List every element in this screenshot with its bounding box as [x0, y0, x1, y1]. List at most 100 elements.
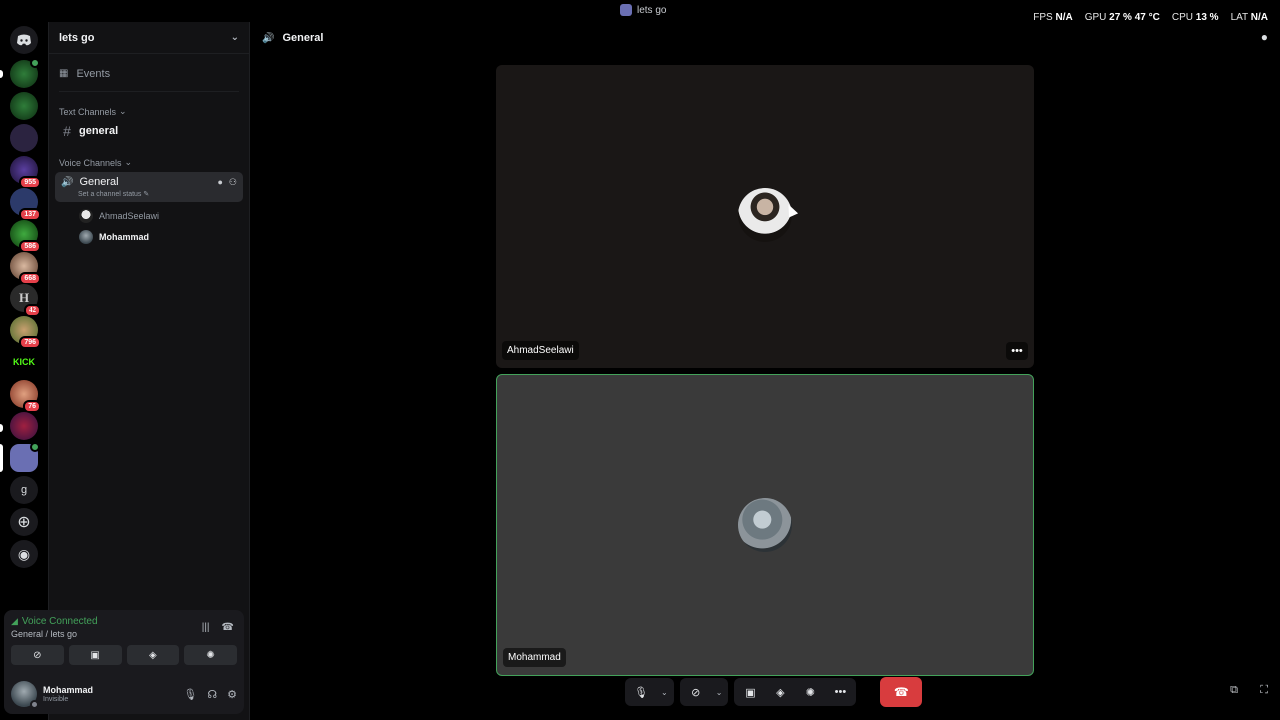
server-10-icon[interactable]: 76	[10, 380, 41, 413]
events-label: Events	[76, 67, 111, 80]
ellipsis-icon: •••	[1011, 345, 1023, 357]
call-controls: 🎙 ⌄ ⊘ ⌄ ▣ ◈ ✺ ••• ☎	[625, 676, 923, 708]
camera-off-button[interactable]: ⊘	[11, 645, 64, 665]
server-3-icon[interactable]	[10, 124, 38, 152]
chat-icon[interactable]: ●	[1261, 30, 1268, 44]
voice-connection-panel: ◢ Voice Connected General / lets go ||| …	[4, 610, 244, 674]
speaker-icon: 🔊	[262, 32, 275, 44]
category-voice-channels[interactable]: Voice Channels ⌄	[49, 157, 249, 168]
camera-off-icon: ⊘	[691, 686, 701, 699]
page-title: General	[282, 32, 324, 44]
avatar	[738, 498, 792, 552]
server-9-icon[interactable]: 796	[10, 316, 41, 349]
microphone-icon[interactable]: 🎙	[183, 688, 197, 701]
chevron-down-icon[interactable]: ⌄	[661, 688, 668, 697]
speaker-icon: 🔊	[61, 176, 74, 188]
screen-share-icon: ▣	[90, 649, 100, 661]
soundboard-button[interactable]: ✺	[800, 682, 820, 702]
screen-share-button[interactable]: ▣	[740, 682, 760, 702]
camera-button[interactable]: ⊘	[686, 682, 706, 702]
call-header: 🔊 General	[250, 22, 1280, 54]
unread-indicator	[0, 424, 3, 432]
fullscreen-icon[interactable]: ⛶	[1260, 684, 1268, 697]
channel-status[interactable]: Set a channel status ✎	[78, 190, 237, 198]
participant-name: AhmadSeelawi	[502, 341, 579, 360]
activities-button[interactable]: ◈	[126, 645, 180, 665]
headphones-icon[interactable]: ☊	[207, 688, 217, 701]
add-member-icon[interactable]: ⚇	[229, 177, 237, 188]
chevron-down-icon: ⌄	[230, 32, 239, 43]
hang-up-icon: ☎	[893, 685, 909, 699]
chat-bubble-icon[interactable]: ●	[217, 177, 222, 188]
microphone-button[interactable]: 🎙	[631, 682, 651, 702]
selected-indicator	[0, 444, 3, 472]
mic-control-group: 🎙 ⌄	[625, 678, 674, 706]
chevron-down-icon[interactable]: ⌄	[716, 688, 723, 697]
pop-out-icon[interactable]: ⧉	[1230, 684, 1238, 697]
add-server-button[interactable]: ⊕	[10, 508, 38, 536]
user-status: Invisible	[43, 696, 69, 703]
server-6-icon[interactable]: 586	[10, 220, 41, 253]
more-button[interactable]: •••	[830, 682, 850, 702]
server-4-icon[interactable]: 955	[10, 156, 41, 189]
server-g-icon[interactable]: g	[10, 476, 38, 504]
voice-member[interactable]: AhmadSeelawi	[49, 205, 249, 226]
server-5-icon[interactable]: 137	[10, 188, 41, 221]
server-2-icon[interactable]	[10, 92, 38, 120]
soundboard-icon: ✺	[805, 686, 816, 699]
user-info[interactable]: Mohammad Invisible	[43, 685, 93, 703]
window-title: lets go	[620, 4, 666, 16]
invisible-status-icon	[30, 700, 39, 709]
compass-icon: ◉	[17, 545, 31, 562]
end-call-button[interactable]: ☎	[880, 677, 923, 707]
soundboard-icon: ✺	[206, 649, 215, 661]
events-link[interactable]: ▦ Events	[59, 56, 239, 92]
screen-share-button[interactable]: ▣	[68, 645, 122, 665]
voice-call-area: 🔊 General ● AhmadSeelawi ••• Mohammad 🎙 …	[250, 22, 1280, 720]
user-name: Mohammad	[43, 685, 94, 695]
server-header[interactable]: lets go ⌄	[49, 22, 249, 54]
voice-channel-general[interactable]: 🔊 General Set a channel status ✎ ● ⚇	[55, 172, 243, 202]
video-tile-speaking[interactable]: Mohammad	[496, 374, 1034, 676]
gear-icon[interactable]: ⚙	[227, 688, 237, 701]
noise-suppression-icon[interactable]: |||	[202, 622, 210, 633]
more-options-button[interactable]: •••	[1006, 342, 1028, 360]
ellipsis-icon: •••	[834, 686, 847, 698]
hashtag-icon: #	[63, 123, 71, 139]
voice-channel-label: General	[79, 176, 119, 188]
signal-icon: ◢	[11, 616, 18, 626]
voice-activity-icon	[30, 442, 40, 452]
discover-button[interactable]: ◉	[10, 540, 38, 568]
chevron-down-icon: ⌄	[124, 157, 133, 167]
server-1-icon[interactable]	[10, 58, 40, 88]
activities-button[interactable]: ◈	[770, 682, 790, 702]
disconnect-icon[interactable]: ☎	[222, 622, 234, 633]
calendar-icon: ▦	[59, 68, 69, 79]
server-12-icon[interactable]	[10, 442, 40, 472]
gamepad-icon: ◈	[149, 649, 157, 661]
server-kick-icon[interactable]: KICK	[10, 348, 38, 376]
server-11-icon[interactable]	[10, 412, 38, 440]
category-text-channels[interactable]: Text Channels ⌄	[49, 106, 249, 117]
voice-activity-icon	[30, 58, 40, 68]
server-7-icon[interactable]: 668	[10, 252, 41, 285]
pencil-icon: ✎	[143, 191, 150, 198]
microphone-icon: 🎙	[634, 686, 648, 699]
mention-badge: 42	[24, 304, 41, 317]
discord-home-button[interactable]	[10, 26, 38, 54]
channel-general-text[interactable]: # general	[55, 120, 243, 142]
avatar[interactable]	[11, 681, 39, 709]
soundboard-button[interactable]: ✺	[184, 645, 237, 665]
server-8-icon[interactable]: H 42	[10, 284, 41, 317]
voice-member[interactable]: Mohammad	[49, 226, 249, 247]
channel-label: general	[79, 125, 119, 137]
gamepad-icon: ◈	[776, 686, 785, 699]
video-tile[interactable]: AhmadSeelawi •••	[496, 65, 1034, 368]
server-name: lets go	[59, 31, 95, 44]
participant-name: Mohammad	[503, 648, 566, 667]
avatar	[79, 229, 93, 244]
share-control-group: ▣ ◈ ✺ •••	[734, 678, 857, 706]
title-bar: lets go FPS N/A GPU 27 % 47 °C CPU 13 % …	[0, 0, 1280, 23]
avatar	[79, 208, 93, 223]
unread-indicator	[0, 70, 3, 78]
